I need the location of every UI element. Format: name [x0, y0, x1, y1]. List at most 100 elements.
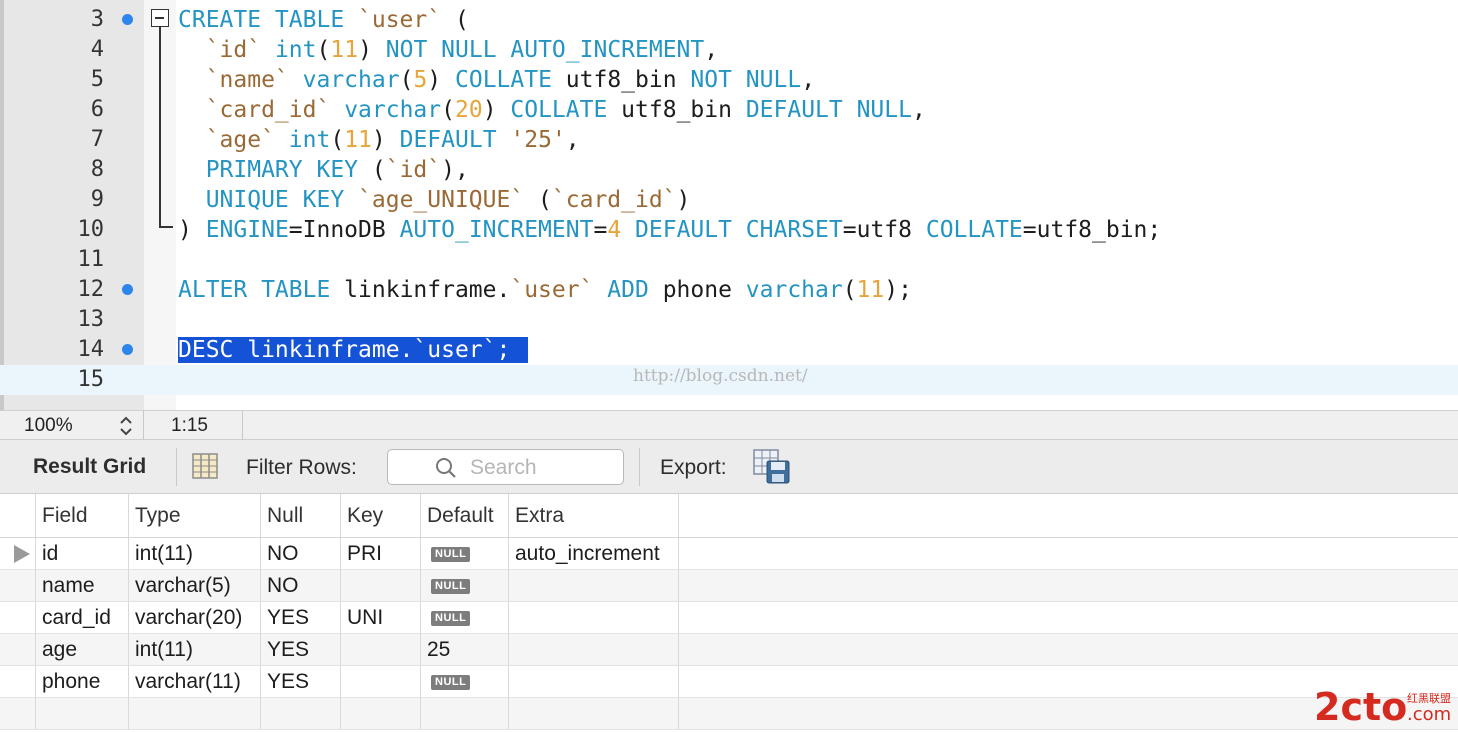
cell-field[interactable]: name [36, 570, 129, 601]
column-header-null[interactable]: Null [261, 494, 341, 537]
cell-extra[interactable] [509, 602, 679, 633]
cell-type[interactable]: int(11) [129, 538, 261, 569]
table-row[interactable]: age int(11) YES 25 [0, 634, 1458, 666]
cell-type[interactable] [129, 698, 261, 729]
row-marker[interactable] [0, 698, 36, 729]
table-row[interactable]: phone varchar(11) YES NULL [0, 666, 1458, 698]
cell-null[interactable]: NO [261, 570, 341, 601]
code-token: ALTER TABLE [178, 277, 331, 303]
code-line[interactable]: 5 `name` varchar(5) COLLATE utf8_bin NOT… [0, 65, 1458, 95]
cell-extra[interactable] [509, 570, 679, 601]
code-token: utf8_bin [607, 97, 746, 123]
fold-collapse-icon[interactable] [151, 9, 169, 27]
row-marker[interactable] [0, 634, 36, 665]
cell-key[interactable]: PRI [341, 538, 421, 569]
row-marker[interactable] [0, 570, 36, 601]
cell-extra[interactable] [509, 698, 679, 729]
cell-key[interactable] [341, 666, 421, 697]
sql-editor[interactable]: 3 CREATE TABLE `user` (4 `id` int(11) NOT… [0, 0, 1458, 410]
code-text[interactable]: PRIMARY KEY (`id`), [178, 155, 469, 185]
column-header-type[interactable]: Type [129, 494, 261, 537]
cell-default[interactable]: NULL [421, 538, 509, 569]
cell-null[interactable]: YES [261, 634, 341, 665]
code-line[interactable]: 4 `id` int(11) NOT NULL AUTO_INCREMENT, [0, 35, 1458, 65]
code-line[interactable]: 13 [0, 305, 1458, 335]
code-line[interactable]: 3 CREATE TABLE `user` ( [0, 5, 1458, 35]
result-grid-tab[interactable]: Result Grid [33, 455, 146, 479]
cell-null[interactable]: YES [261, 666, 341, 697]
cell-default[interactable]: NULL [421, 602, 509, 633]
cell-field[interactable]: phone [36, 666, 129, 697]
statement-marker-icon[interactable] [122, 14, 133, 25]
code-text[interactable]: UNIQUE KEY `age_UNIQUE` (`card_id`) [178, 185, 691, 215]
cell-field[interactable] [36, 698, 129, 729]
row-marker[interactable] [0, 666, 36, 697]
cell-type[interactable]: int(11) [129, 634, 261, 665]
statement-marker-icon[interactable] [122, 284, 133, 295]
cell-key[interactable] [341, 634, 421, 665]
zoom-stepper-icon[interactable] [118, 414, 134, 438]
code-text[interactable]: `name` varchar(5) COLLATE utf8_bin NOT N… [178, 65, 815, 95]
cell-null[interactable]: NO [261, 538, 341, 569]
selected-text[interactable]: DESC linkinframe.`user`; [178, 337, 529, 363]
code-text[interactable]: CREATE TABLE `user` ( [178, 5, 469, 35]
null-badge: NULL [431, 610, 471, 626]
cell-type[interactable]: varchar(5) [129, 570, 261, 601]
cell-value: card_id [42, 606, 111, 629]
cell-type[interactable]: varchar(11) [129, 666, 261, 697]
zoom-level[interactable]: 100% [24, 415, 73, 437]
statement-marker-icon[interactable] [122, 344, 133, 355]
code-line[interactable]: 9 UNIQUE KEY `age_UNIQUE` (`card_id`) [0, 185, 1458, 215]
cell-key[interactable]: UNI [341, 602, 421, 633]
code-token: DEFAULT [399, 127, 497, 153]
cell-type[interactable]: varchar(20) [129, 602, 261, 633]
result-grid[interactable]: Field Type Null Key Default Extra id int(… [0, 494, 1458, 732]
empty-row[interactable] [0, 698, 1458, 730]
cell-extra[interactable] [509, 666, 679, 697]
cell-field[interactable]: card_id [36, 602, 129, 633]
cell-default[interactable] [421, 698, 509, 729]
code-text[interactable]: `id` int(11) NOT NULL AUTO_INCREMENT, [178, 35, 718, 65]
cell-default[interactable]: NULL [421, 666, 509, 697]
code-token: varchar [302, 67, 400, 93]
code-token: PRIMARY KEY [178, 157, 359, 183]
cell-default[interactable]: 25 [421, 634, 509, 665]
grid-columns-icon[interactable] [192, 453, 218, 479]
table-row[interactable]: id int(11) NO PRI NULL auto_increment [0, 538, 1458, 570]
row-marker[interactable] [0, 538, 36, 569]
code-line[interactable]: 10) ENGINE=InnoDB AUTO_INCREMENT=4 DEFAU… [0, 215, 1458, 245]
column-header-field[interactable]: Field [36, 494, 129, 537]
cell-extra[interactable] [509, 634, 679, 665]
column-header-default[interactable]: Default [421, 494, 509, 537]
code-token: `name` [178, 67, 289, 93]
cell-value: YES [267, 670, 310, 693]
code-line[interactable]: 14 DESC linkinframe.`user`; [0, 335, 1458, 365]
table-row[interactable]: name varchar(5) NO NULL [0, 570, 1458, 602]
code-line[interactable]: 6 `card_id` varchar(20) COLLATE utf8_bin… [0, 95, 1458, 125]
cell-null[interactable]: YES [261, 602, 341, 633]
export-icon[interactable] [753, 449, 791, 485]
code-line[interactable]: 8 PRIMARY KEY (`id`), [0, 155, 1458, 185]
code-text[interactable]: DESC linkinframe.`user`; [178, 335, 529, 365]
code-token: DEFAULT CHARSET [635, 217, 843, 243]
row-marker[interactable] [0, 602, 36, 633]
cell-field[interactable]: id [36, 538, 129, 569]
column-header-extra[interactable]: Extra [509, 494, 679, 537]
cell-key[interactable] [341, 570, 421, 601]
filter-search-input[interactable]: Search [387, 449, 624, 485]
cell-default[interactable]: NULL [421, 570, 509, 601]
cell-key[interactable] [341, 698, 421, 729]
table-row[interactable]: card_id varchar(20) YES UNI NULL [0, 602, 1458, 634]
code-line[interactable]: 11 [0, 245, 1458, 275]
code-text[interactable]: `age` int(11) DEFAULT '25', [178, 125, 580, 155]
code-text[interactable]: ALTER TABLE linkinframe.`user` ADD phone… [178, 275, 912, 305]
cell-null[interactable] [261, 698, 341, 729]
cell-extra[interactable]: auto_increment [509, 538, 679, 569]
code-text[interactable]: ) ENGINE=InnoDB AUTO_INCREMENT=4 DEFAULT… [178, 215, 1161, 245]
column-header-key[interactable]: Key [341, 494, 421, 537]
code-text[interactable]: `card_id` varchar(20) COLLATE utf8_bin D… [178, 95, 926, 125]
cell-field[interactable]: age [36, 634, 129, 665]
code-line[interactable]: 7 `age` int(11) DEFAULT '25', [0, 125, 1458, 155]
code-line[interactable]: 12 ALTER TABLE linkinframe.`user` ADD pho… [0, 275, 1458, 305]
